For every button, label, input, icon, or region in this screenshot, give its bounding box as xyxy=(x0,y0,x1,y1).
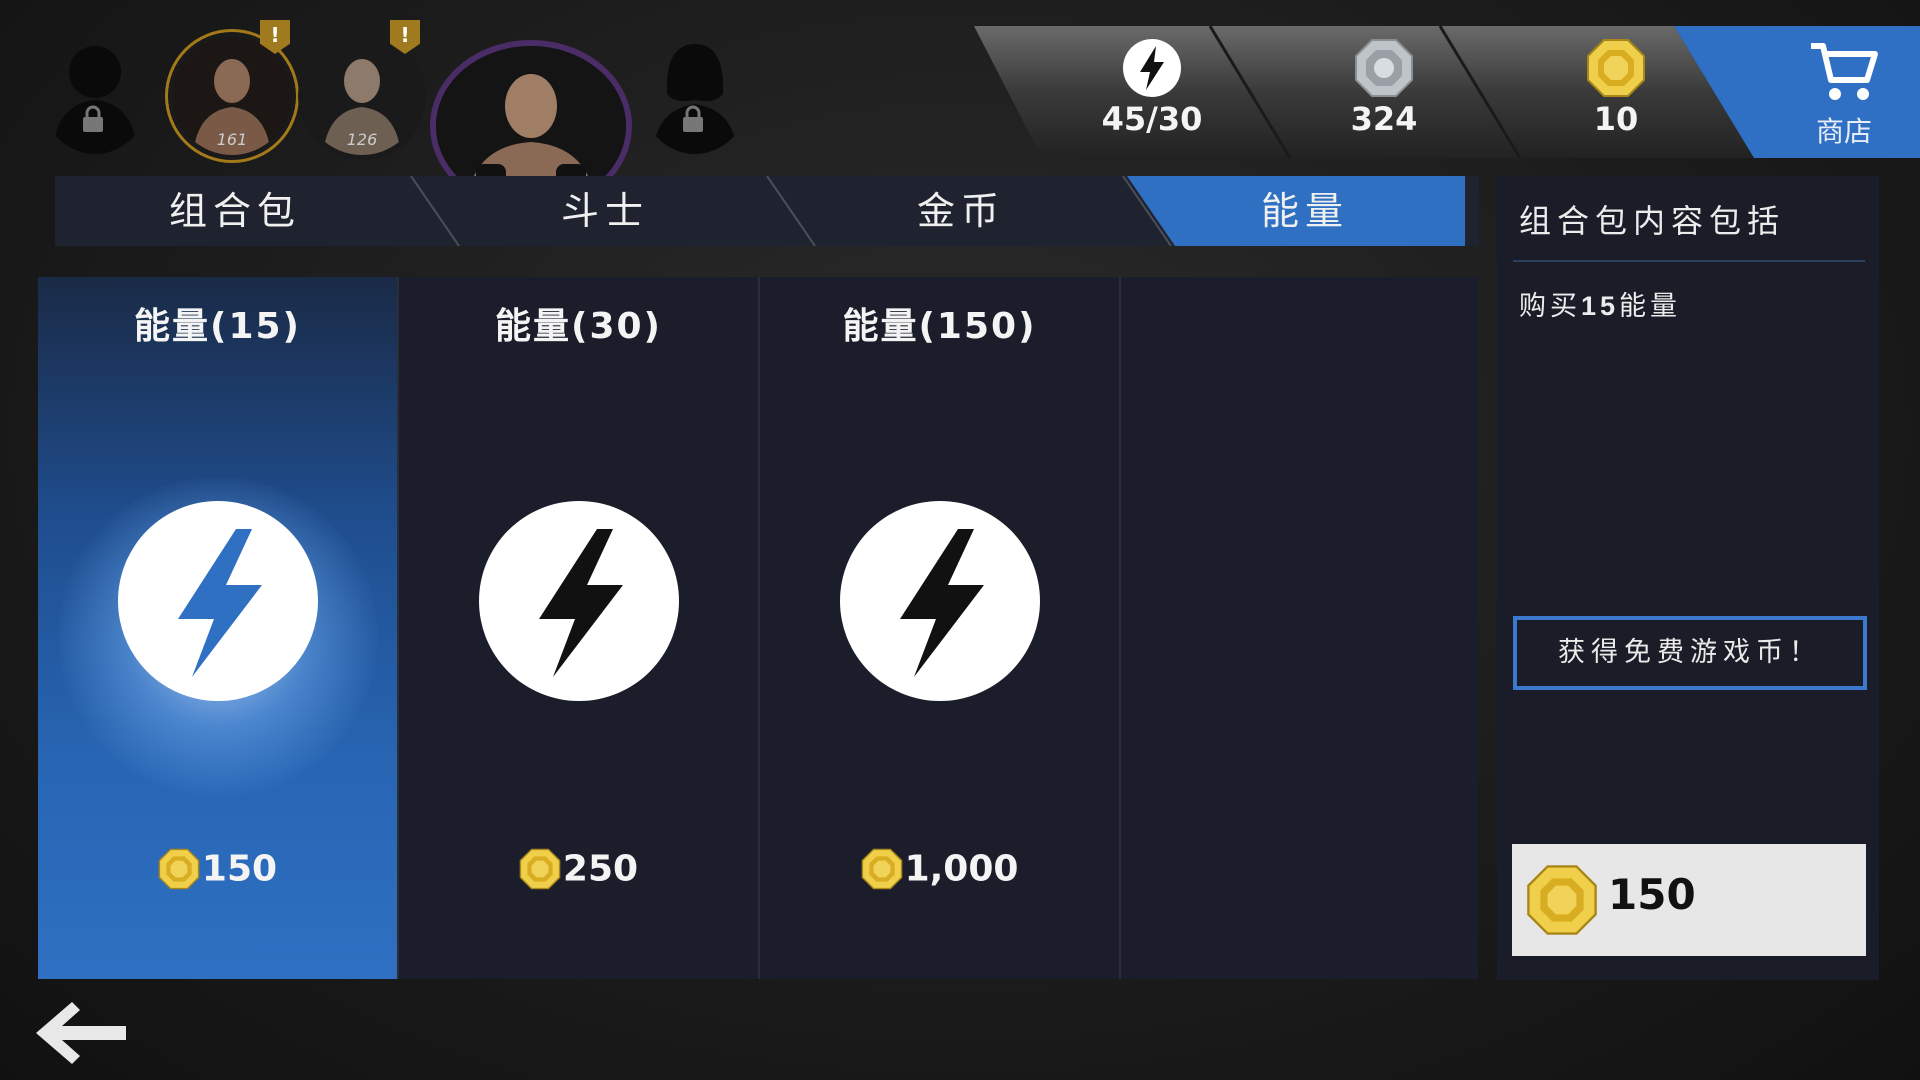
tab-energy[interactable]: 能量 xyxy=(1135,176,1475,246)
gold-coin-icon xyxy=(861,848,902,890)
shop-label: 商店 xyxy=(1815,115,1872,148)
category-tabs: 组合包 斗士 金币 能量 xyxy=(55,176,1479,246)
product-card-energy-15[interactable]: 能量(15) 150 xyxy=(38,277,397,979)
silver-chip-icon xyxy=(1355,39,1413,97)
shopping-cart-icon xyxy=(1811,43,1878,100)
info-divider xyxy=(1513,260,1865,262)
tab-coins[interactable]: 金币 xyxy=(781,176,1141,246)
lightning-bolt-icon xyxy=(178,529,262,677)
back-button[interactable] xyxy=(36,1000,130,1066)
price-value: 250 xyxy=(562,848,639,890)
product-title: 能量(30) xyxy=(494,306,662,347)
energy-badge xyxy=(479,501,679,701)
bundle-info-panel: 组合包内容包括 购买15能量 获得免费游戏币！ 150 xyxy=(1497,176,1879,980)
lightning-bolt-icon xyxy=(900,529,984,677)
price-value: 150 xyxy=(201,848,278,890)
product-title: 能量(150) xyxy=(842,306,1037,347)
gold-coin-icon xyxy=(519,848,561,890)
lock-icon xyxy=(83,105,103,132)
product-card-energy-30[interactable]: 能量(30) 250 xyxy=(399,277,758,979)
product-title: 能量(15) xyxy=(133,306,301,347)
tab-bundles[interactable]: 组合包 xyxy=(55,176,415,246)
gold-coin-counter: 10 xyxy=(1546,38,1686,138)
back-arrow-icon xyxy=(36,1002,126,1064)
free-coins-button[interactable]: 获得免费游戏币！ xyxy=(1513,616,1867,690)
locked-fighter-slot[interactable] xyxy=(40,34,150,154)
product-grid: 能量(15) 150 能量(30) 250 能量(150) 1,000 xyxy=(38,277,1478,979)
fighter-level: 126 xyxy=(346,130,378,149)
gold-coin-value: 10 xyxy=(1593,100,1639,138)
currency-bar: 45/30 324 10 xyxy=(974,26,1920,158)
buy-button[interactable]: 150 xyxy=(1512,844,1866,956)
product-price: 150 xyxy=(38,847,397,890)
energy-icon xyxy=(1123,39,1181,97)
product-card-energy-150[interactable]: 能量(150) 1,000 xyxy=(760,277,1119,979)
product-price: 250 xyxy=(399,847,758,890)
info-description: 购买15能量 xyxy=(1519,284,1681,323)
tab-fighters[interactable]: 斗士 xyxy=(425,176,785,246)
product-price: 1,000 xyxy=(760,847,1119,890)
buy-price: 150 xyxy=(1608,870,1696,919)
energy-counter: 45/30 xyxy=(1082,38,1222,138)
desc-prefix: 购买 xyxy=(1519,291,1581,322)
male-silhouette-icon xyxy=(53,46,137,154)
energy-value: 45/30 xyxy=(1101,100,1203,138)
desc-amount: 15 xyxy=(1581,291,1620,321)
lock-icon xyxy=(683,105,703,132)
desc-suffix: 能量 xyxy=(1619,291,1682,322)
locked-fighter-slot[interactable] xyxy=(640,34,750,154)
gold-coin-icon xyxy=(1587,39,1645,97)
empty-product-slot xyxy=(1121,277,1478,979)
gold-coin-icon xyxy=(1527,865,1597,935)
lightning-bolt-icon xyxy=(539,529,623,677)
gold-coin-icon xyxy=(158,848,200,890)
female-silhouette-icon xyxy=(653,44,737,154)
fighter-level: 161 xyxy=(216,130,248,149)
shop-button[interactable]: 商店 xyxy=(1784,40,1904,150)
silver-chip-counter: 324 xyxy=(1314,38,1454,138)
info-title: 组合包内容包括 xyxy=(1519,202,1786,240)
price-value: 1,000 xyxy=(904,848,1019,890)
silver-chip-value: 324 xyxy=(1350,100,1418,138)
energy-badge xyxy=(840,501,1040,701)
fighter-roster: 161 ! 126 ! xyxy=(40,20,760,212)
energy-badge xyxy=(118,501,318,701)
